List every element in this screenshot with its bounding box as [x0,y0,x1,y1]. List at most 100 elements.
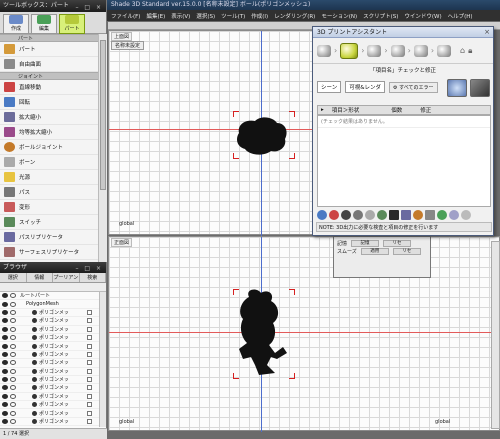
step-icon[interactable] [413,44,428,57]
sphere-icon[interactable] [341,209,351,220]
tree-item[interactable]: ポリゴンメッ [0,326,100,334]
tree-item[interactable]: ポリゴンメッ [0,418,100,427]
section-joint[interactable]: ジョイント [0,72,98,80]
reset-button[interactable]: リセ [383,239,412,247]
checkbox[interactable] [87,326,92,332]
tool-free-surface[interactable]: 自由曲面 [0,57,98,72]
tree-item[interactable]: ポリゴンメッ [0,359,100,368]
menu-motion[interactable]: モーション(N) [321,12,357,20]
tab-boolean[interactable]: プーリアン [53,273,80,282]
eye-icon[interactable] [2,393,8,399]
tree-item[interactable]: ポリゴンメッ [0,309,100,318]
tab-edit[interactable]: 編集 [31,14,57,34]
close-icon[interactable]: × [484,27,490,38]
menu-create[interactable]: 作成(I) [251,12,268,20]
menu-select[interactable]: 選択(S) [196,12,215,20]
menu-view[interactable]: 表示(V) [171,12,190,20]
tab-info[interactable]: 情報 [27,273,53,282]
browser-scrollbar[interactable] [99,292,106,427]
home-icon[interactable]: ⌂ [460,46,465,55]
menu-file[interactable]: ファイル(F) [111,12,140,20]
tool-rotate[interactable]: 回転 [0,95,98,110]
tree-item[interactable]: ポリゴンメッ [0,393,100,402]
eye-icon[interactable] [2,318,8,324]
menu-render[interactable]: レンダリング(R) [274,12,315,20]
window-controls[interactable]: – □ × [75,2,103,14]
eye-icon[interactable] [2,351,8,357]
cube-icon[interactable] [449,209,459,220]
viewport-label[interactable]: 上面図 [111,32,133,41]
menu-tools[interactable]: ツール(T) [221,12,245,20]
cube-icon[interactable] [425,209,435,220]
eye-icon[interactable] [2,410,8,416]
tool-light[interactable]: 光源 [0,170,98,185]
memory-button[interactable]: 記憶 [351,239,380,247]
tree-toggle-icon[interactable]: ▸ [321,107,324,113]
tree-item[interactable]: ポリゴンメッ [0,342,100,351]
scroll-thumb[interactable] [100,40,106,190]
sphere-icon[interactable] [329,209,339,220]
tab-part[interactable]: パート [59,14,85,34]
tree-item[interactable]: ポリゴンメッ [0,317,100,326]
step-icon[interactable] [437,44,452,57]
sphere-icon[interactable] [317,209,327,220]
checkbox[interactable] [87,360,92,366]
checkbox[interactable] [87,402,92,408]
step-check-icon[interactable] [340,42,359,59]
checkbox[interactable] [87,410,92,416]
checkbox[interactable] [87,368,92,374]
tool-scale[interactable]: 拡大縮小 [0,110,98,125]
tree-item[interactable]: ポリゴンメッ [0,409,100,418]
tree-item[interactable]: ポリゴンメッ [0,401,100,410]
cube-icon[interactable] [389,209,399,220]
tree-item[interactable]: ポリゴンメッ [0,384,100,393]
sphere-icon[interactable] [377,209,387,220]
cube-icon[interactable] [401,209,411,220]
check-button[interactable] [447,79,467,97]
tool-linear-move[interactable]: 直線移動 [0,80,98,95]
eye-icon[interactable] [2,360,8,366]
step-icon[interactable] [317,44,331,57]
toolbox-scrollbar[interactable] [98,34,107,262]
sphere-icon[interactable] [365,209,375,220]
fix-tools-button[interactable] [470,79,490,97]
step-icon[interactable] [390,44,405,57]
tree-item[interactable]: ポリゴンメッ [0,376,100,385]
tab-create[interactable]: 作成 [3,14,29,34]
tool-part[interactable]: パート [0,42,98,57]
checkbox[interactable] [87,318,92,324]
tool-path[interactable]: パス [0,185,98,200]
visibility-select[interactable]: 可視&レンダ [345,81,386,93]
eye-icon[interactable] [2,326,8,332]
sphere-icon[interactable] [437,209,447,220]
apply-button[interactable]: 適用 [360,247,389,255]
checkbox[interactable] [87,335,92,341]
step-icon[interactable] [367,44,382,57]
tree-item[interactable]: ポリゴンメッ [0,334,100,343]
menu-script[interactable]: スクリプト(S) [363,12,398,20]
tool-bone[interactable]: ボーン [0,155,98,170]
checkbox[interactable] [87,419,92,425]
eye-icon[interactable] [2,309,8,315]
checkbox[interactable] [87,385,92,391]
sphere-icon[interactable] [353,209,363,220]
checkbox[interactable] [87,343,92,349]
tool-ball-joint[interactable]: ボールジョイント [0,140,98,155]
sphere-icon[interactable] [413,209,423,220]
checkbox[interactable] [87,351,92,357]
lock-icon[interactable]: 🔒︎ [468,46,472,56]
eye-icon[interactable] [2,419,8,425]
viewport-label[interactable]: 正面図 [111,238,133,247]
tool-deform[interactable]: 変形 [0,200,98,215]
eye-icon[interactable] [2,343,8,349]
tool-uniform-scale[interactable]: 均等拡大縮小 [0,125,98,140]
eye-icon[interactable] [2,368,8,374]
eye-icon[interactable] [2,301,8,307]
check-all-button[interactable]: ⚙ すべてのエラー [389,81,438,93]
tool-surface-replicator[interactable]: サーフェスリプリケータ [0,245,98,260]
tree-item[interactable]: ポリゴンメッ [0,368,100,376]
checkbox[interactable] [87,309,92,315]
eye-icon[interactable] [2,402,8,408]
menu-help[interactable]: ヘルプ(H) [448,12,473,20]
checkbox[interactable] [87,393,92,399]
